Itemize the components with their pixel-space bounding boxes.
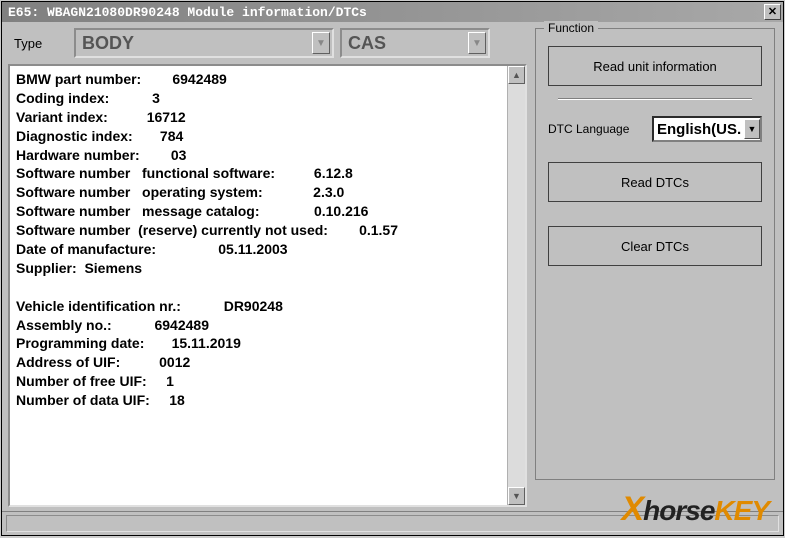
scroll-down-icon[interactable]: ▼ (508, 487, 525, 505)
title-bar: E65: WBAGN21080DR90248 Module informatio… (2, 2, 783, 22)
type-main-select[interactable]: BODY ▼ (74, 28, 334, 58)
info-row: BMW part number: 6942489 (16, 70, 501, 89)
info-row: Assembly no.: 6942489 (16, 316, 501, 335)
info-row: Date of manufacture: 05.11.2003 (16, 240, 501, 259)
info-row: Diagnostic index: 784 (16, 127, 501, 146)
info-row: Programming date: 15.11.2019 (16, 334, 501, 353)
info-row: Software number (reserve) currently not … (16, 221, 501, 240)
function-group: Function Read unit information DTC Langu… (535, 28, 775, 480)
dtc-language-select[interactable]: English(US. ▼ (652, 116, 762, 142)
status-inner (6, 515, 779, 532)
info-row: Address of UIF: 0012 (16, 353, 501, 372)
info-row: Software number message catalog: 0.10.21… (16, 202, 501, 221)
right-column: Function Read unit information DTC Langu… (531, 22, 783, 511)
read-dtcs-button[interactable]: Read DTCs (548, 162, 762, 202)
content-area: Type BODY ▼ CAS ▼ BMW part number: 69424… (2, 22, 783, 511)
dropdown-arrow-icon: ▼ (744, 119, 760, 139)
info-row: Number of free UIF: 1 (16, 372, 501, 391)
info-row: Coding index: 3 (16, 89, 501, 108)
dropdown-arrow-icon: ▼ (468, 32, 486, 54)
info-row: Supplier: Siemens (16, 259, 501, 278)
info-panel: BMW part number: 6942489Coding index: 3V… (8, 64, 527, 507)
type-sub-select[interactable]: CAS ▼ (340, 28, 490, 58)
close-button[interactable]: ✕ (764, 4, 781, 20)
dtc-language-row: DTC Language English(US. ▼ (548, 116, 762, 142)
dtc-language-label: DTC Language (548, 122, 644, 136)
info-row: Hardware number: 03 (16, 146, 501, 165)
separator (558, 98, 752, 100)
info-row: Vehicle identification nr.: DR90248 (16, 297, 501, 316)
left-column: Type BODY ▼ CAS ▼ BMW part number: 69424… (2, 22, 531, 511)
clear-dtcs-button[interactable]: Clear DTCs (548, 226, 762, 266)
info-row: Software number functional software: 6.1… (16, 164, 501, 183)
window-title: E65: WBAGN21080DR90248 Module informatio… (8, 5, 367, 20)
type-main-value: BODY (82, 33, 134, 54)
info-text: BMW part number: 6942489Coding index: 3V… (10, 66, 507, 505)
type-label: Type (8, 36, 68, 51)
scroll-up-icon[interactable]: ▲ (508, 66, 525, 84)
function-legend: Function (544, 21, 598, 35)
info-row: Software number operating system: 2.3.0 (16, 183, 501, 202)
dropdown-arrow-icon: ▼ (312, 32, 330, 54)
read-unit-info-button[interactable]: Read unit information (548, 46, 762, 86)
scrollbar[interactable]: ▲ ▼ (507, 66, 525, 505)
status-bar (2, 511, 783, 535)
info-row: Number of data UIF: 18 (16, 391, 501, 410)
info-row (16, 278, 501, 297)
info-row: Variant index: 16712 (16, 108, 501, 127)
type-sub-value: CAS (348, 33, 386, 54)
app-window: E65: WBAGN21080DR90248 Module informatio… (1, 1, 784, 536)
type-row: Type BODY ▼ CAS ▼ (8, 28, 527, 58)
dtc-language-value: English(US. (657, 121, 741, 138)
